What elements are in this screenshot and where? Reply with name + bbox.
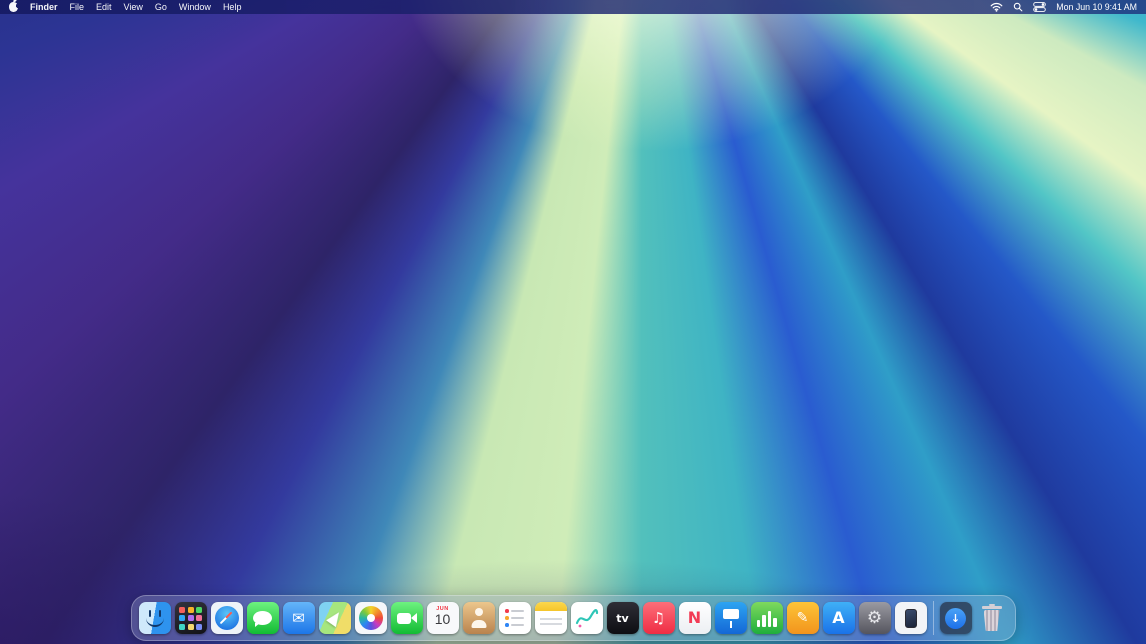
launchpad-grid-dot [179,607,185,613]
downloads-arrow-glyph: ↓ [951,613,960,624]
contacts-silhouette-shoulders [471,620,486,628]
dock-notes-icon[interactable] [535,602,567,634]
notes-header-band [535,602,567,611]
menu-item-file[interactable]: File [70,0,85,14]
dock-iphone-mirroring-icon[interactable] [895,602,927,634]
dock-separator [933,601,934,635]
dock-downloads-icon[interactable]: ↓ [940,602,972,634]
apple-logo-icon [9,2,18,12]
contacts-silhouette-head [475,608,483,616]
dock-apps: ✉ JUN10 tv ♫ N ✎ A ⚙ [139,602,927,634]
facetime-camera-body [397,613,411,624]
iphone-mirroring-phone [905,609,917,628]
facetime-camera-lens [411,613,417,623]
menu-item-window[interactable]: Window [179,0,211,14]
dock-calendar-icon[interactable]: JUN10 [427,602,459,634]
launchpad-grid-dot [179,624,185,630]
wifi-icon[interactable] [990,2,1003,12]
dock-area: ✉ JUN10 tv ♫ N ✎ A ⚙ ↓ [0,595,1146,641]
dock-mail-icon[interactable]: ✉ [283,602,315,634]
dock: ✉ JUN10 tv ♫ N ✎ A ⚙ ↓ [131,595,1016,641]
numbers-bar-chart [757,609,777,627]
reminders-row [505,609,524,613]
numbers-bar [773,618,777,627]
menu-bar: Finder File Edit View Go Window Help [0,0,1146,14]
dock-app-store-icon[interactable]: A [823,602,855,634]
app-menus: Finder File Edit View Go Window Help [30,0,241,14]
menu-item-view[interactable]: View [124,0,143,14]
control-center-icon[interactable] [1033,2,1046,12]
trash-lid [982,606,1002,609]
launchpad-grid-dot [188,624,194,630]
keynote-stand [730,621,732,628]
reminders-line [511,624,524,626]
desktop-wallpaper: Finder File Edit View Go Window Help [0,0,1146,644]
dock-system-settings-icon[interactable]: ⚙ [859,602,891,634]
launchpad-grid-dot [188,607,194,613]
news-glyph: N [688,610,701,626]
launchpad-grid-dot [196,624,202,630]
numbers-bar [768,611,772,627]
reminders-line [511,617,524,619]
dock-contacts-icon[interactable] [463,602,495,634]
dock-facetime-icon[interactable] [391,602,423,634]
dock-messages-icon[interactable] [247,602,279,634]
dock-photos-icon[interactable] [355,602,387,634]
downloads-circle: ↓ [945,608,966,629]
reminders-row [505,623,524,627]
dock-trash-icon[interactable] [976,602,1008,634]
launchpad-grid [179,607,202,630]
dock-launchpad-icon[interactable] [175,602,207,634]
dock-news-icon[interactable]: N [679,602,711,634]
numbers-bar [757,620,761,627]
dock-keynote-icon[interactable] [715,602,747,634]
menu-item-edit[interactable]: Edit [96,0,112,14]
pages-glyph: ✎ [797,611,809,625]
launchpad-grid-dot [196,607,202,613]
dock-right-items: ↓ [940,602,1008,634]
menu-bar-left: Finder File Edit View Go Window Help [9,0,241,14]
apple-menu[interactable] [9,2,18,12]
spotlight-search-icon[interactable] [1013,2,1023,12]
reminders-line [511,610,524,612]
notes-line [540,623,562,625]
reminders-row [505,616,524,620]
system-settings-glyph: ⚙ [867,610,882,627]
freeform-squiggle [575,607,599,629]
reminders-bullet [505,616,509,620]
dock-tv-icon[interactable]: tv [607,602,639,634]
keynote-board [723,609,739,619]
menu-bar-status: Mon Jun 10 9:41 AM [990,0,1137,14]
dock-numbers-icon[interactable] [751,602,783,634]
notes-line [540,618,562,620]
dock-safari-icon[interactable] [211,602,243,634]
dock-maps-icon[interactable] [319,602,351,634]
launchpad-grid-dot [188,615,194,621]
trash-body [984,610,1000,631]
dock-reminders-icon[interactable] [499,602,531,634]
mail-glyph: ✉ [292,611,305,626]
reminders-bullet [505,609,509,613]
finder-smile [146,616,164,627]
reminders-bullet [505,623,509,627]
app-store-glyph: A [832,610,844,626]
dock-freeform-icon[interactable] [571,602,603,634]
numbers-bar [762,615,766,627]
launchpad-grid-dot [179,615,185,621]
menu-item-help[interactable]: Help [223,0,242,14]
launchpad-grid-dot [196,615,202,621]
music-glyph: ♫ [652,611,665,626]
calendar-day-number: 10 [435,612,451,627]
maps-navigation-arrow [326,609,344,627]
dock-pages-icon[interactable]: ✎ [787,602,819,634]
menu-item-finder[interactable]: Finder [30,0,58,14]
dock-music-icon[interactable]: ♫ [643,602,675,634]
menu-item-go[interactable]: Go [155,0,167,14]
photos-pinwheel [359,606,383,630]
dock-finder-icon[interactable] [139,602,171,634]
messages-speech-bubble [253,611,272,625]
tv-glyph: tv [616,613,628,624]
menu-bar-clock[interactable]: Mon Jun 10 9:41 AM [1056,0,1137,14]
